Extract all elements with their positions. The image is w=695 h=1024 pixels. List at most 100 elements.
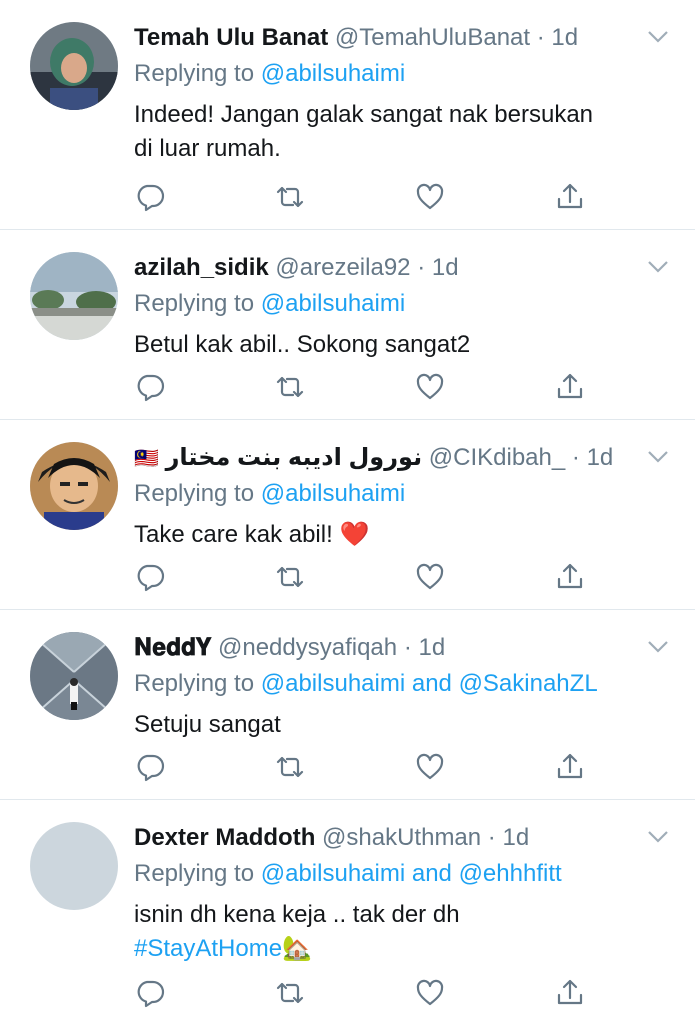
heart-emoji-icon: ❤️: [339, 521, 370, 548]
mention-link[interactable]: @abilsuhaimi: [261, 670, 405, 697]
replying-to-label: Replying to: [134, 670, 255, 697]
replying-to: Replying to @abilsuhaimi: [134, 476, 405, 512]
reply-button[interactable]: [133, 370, 167, 404]
share-icon: [557, 979, 583, 1005]
reply-feed: Temah Ulu Banat @TemahUluBanat · 1d Repl…: [0, 0, 695, 1024]
retweet-icon: [276, 376, 304, 398]
heart-icon: [416, 753, 444, 780]
user-handle[interactable]: @TemahUluBanat: [335, 24, 530, 51]
reply-icon: [137, 564, 165, 592]
mention-joiner: and: [411, 860, 452, 887]
tweet[interactable]: 𝐍𝐞𝐝𝐝𝐘 @neddysyafiqah · 1d Replying to @a…: [0, 610, 695, 800]
mention-link[interactable]: @abilsuhaimi: [261, 60, 405, 87]
display-name[interactable]: Dexter Maddoth: [134, 824, 315, 851]
tweet-text-line: Setuju sangat: [134, 711, 281, 738]
retweet-button[interactable]: [273, 370, 307, 404]
chevron-down-icon[interactable]: [647, 30, 669, 44]
like-button[interactable]: [413, 560, 447, 594]
tweet-text: Take care kak abil! ❤️: [134, 518, 665, 552]
reply-icon: [137, 754, 165, 782]
tweet-text-line: #StayAtHome🏡: [134, 932, 665, 966]
mention-link[interactable]: @abilsuhaimi: [261, 290, 405, 317]
user-handle[interactable]: @CIKdibah_: [429, 444, 565, 471]
tweet[interactable]: Temah Ulu Banat @TemahUluBanat · 1d Repl…: [0, 0, 695, 230]
chevron-down-icon[interactable]: [647, 450, 669, 464]
display-name[interactable]: نورول اديبه بنت مختار: [166, 444, 423, 471]
display-name[interactable]: azilah_sidik: [134, 254, 269, 281]
tweet-text-line: di luar rumah.: [134, 135, 281, 162]
tweet-text-line: Betul kak abil.. Sokong sangat2: [134, 331, 471, 358]
reply-button[interactable]: [133, 560, 167, 594]
share-icon: [557, 373, 583, 399]
retweet-button[interactable]: [273, 976, 307, 1010]
tweet-text: Setuju sangat: [134, 708, 665, 742]
avatar[interactable]: [30, 22, 118, 110]
timestamp[interactable]: 1d: [551, 24, 578, 51]
timestamp[interactable]: 1d: [432, 254, 459, 281]
tweet-header: Temah Ulu Banat @TemahUluBanat · 1d: [134, 20, 635, 56]
chevron-down-icon[interactable]: [647, 640, 669, 654]
share-button[interactable]: [553, 370, 587, 404]
replying-to-label: Replying to: [134, 290, 255, 317]
replying-to: Replying to @abilsuhaimi: [134, 56, 405, 92]
tweet-actions: [0, 370, 695, 404]
timestamp[interactable]: 1d: [418, 634, 445, 661]
tweet-header: 🇲🇾 نورول اديبه بنت مختار @CIKdibah_ · 1d: [134, 440, 635, 476]
share-icon: [557, 183, 583, 209]
separator-dot: ·: [487, 824, 496, 851]
timestamp[interactable]: 1d: [502, 824, 529, 851]
like-button[interactable]: [413, 370, 447, 404]
reply-button[interactable]: [133, 750, 167, 784]
display-name[interactable]: Temah Ulu Banat: [134, 24, 328, 51]
share-button[interactable]: [553, 976, 587, 1010]
tweet-actions: [0, 180, 695, 214]
tweet-actions: [0, 560, 695, 594]
reply-button[interactable]: [133, 976, 167, 1010]
mention-link[interactable]: @SakinahZL: [459, 670, 598, 697]
chevron-down-icon[interactable]: [647, 830, 669, 844]
mention-link[interactable]: @abilsuhaimi: [261, 480, 405, 507]
retweet-button[interactable]: [273, 560, 307, 594]
separator-dot: ·: [571, 444, 580, 471]
reply-icon: [137, 184, 165, 212]
chevron-down-icon[interactable]: [647, 260, 669, 274]
tweet[interactable]: Dexter Maddoth @shakUthman · 1d Replying…: [0, 800, 695, 1024]
timestamp[interactable]: 1d: [587, 444, 614, 471]
mention-link[interactable]: @ehhhfitt: [459, 860, 562, 887]
heart-icon: [416, 183, 444, 210]
tweet-text: Betul kak abil.. Sokong sangat2: [134, 328, 665, 362]
heart-icon: [416, 373, 444, 400]
retweet-icon: [276, 982, 304, 1004]
share-button[interactable]: [553, 560, 587, 594]
reply-icon: [137, 980, 165, 1008]
like-button[interactable]: [413, 976, 447, 1010]
mention-joiner: and: [411, 670, 452, 697]
retweet-icon: [276, 566, 304, 588]
share-button[interactable]: [553, 750, 587, 784]
mention-link[interactable]: @abilsuhaimi: [261, 860, 405, 887]
retweet-icon: [276, 756, 304, 778]
share-button[interactable]: [553, 180, 587, 214]
avatar[interactable]: [30, 632, 118, 720]
reply-button[interactable]: [133, 180, 167, 214]
user-handle[interactable]: @arezeila92: [275, 254, 410, 281]
avatar[interactable]: [30, 252, 118, 340]
like-button[interactable]: [413, 750, 447, 784]
hashtag-link[interactable]: #StayAtHome: [134, 935, 282, 962]
tweet[interactable]: azilah_sidik @arezeila92 · 1d Replying t…: [0, 230, 695, 420]
tweet-text: isnin dh kena keja .. tak der dh #StayAt…: [134, 898, 665, 966]
tweet-actions: [0, 976, 695, 1010]
user-handle[interactable]: @neddysyafiqah: [218, 634, 397, 661]
like-button[interactable]: [413, 180, 447, 214]
tweet-text-line: Take care kak abil! ❤️: [134, 518, 665, 552]
retweet-button[interactable]: [273, 180, 307, 214]
avatar[interactable]: [30, 442, 118, 530]
replying-to: Replying to @abilsuhaimi and @ehhhfitt: [134, 856, 562, 892]
user-handle[interactable]: @shakUthman: [322, 824, 481, 851]
retweet-button[interactable]: [273, 750, 307, 784]
tweet-header: azilah_sidik @arezeila92 · 1d: [134, 250, 635, 286]
tweet[interactable]: 🇲🇾 نورول اديبه بنت مختار @CIKdibah_ · 1d…: [0, 420, 695, 610]
tweet-header: 𝐍𝐞𝐝𝐝𝐘 @neddysyafiqah · 1d: [134, 630, 635, 666]
display-name[interactable]: 𝐍𝐞𝐝𝐝𝐘: [134, 634, 211, 661]
avatar[interactable]: [30, 822, 118, 910]
